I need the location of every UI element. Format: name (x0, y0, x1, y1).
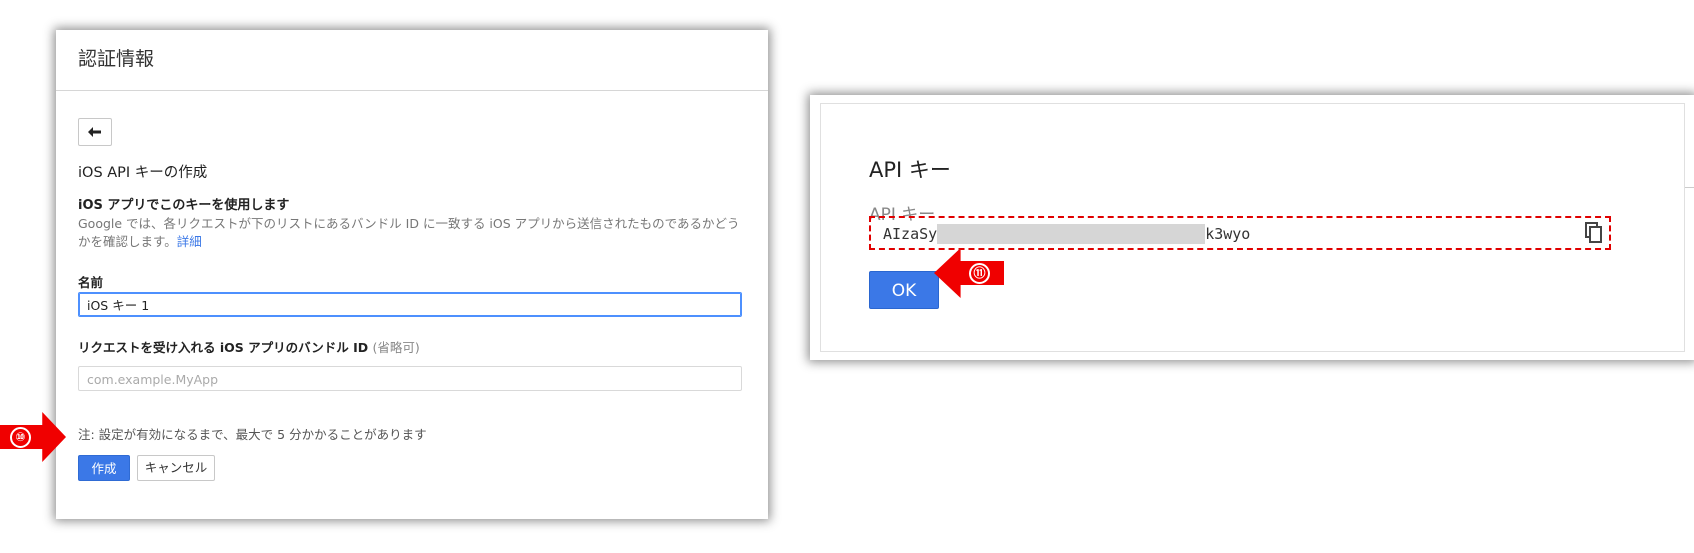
bundle-id-label-text: リクエストを受け入れる iOS アプリのバンドル ID (78, 340, 369, 355)
back-arrow-icon (88, 127, 101, 137)
redaction-mask (937, 224, 1206, 244)
copy-icon[interactable] (1585, 222, 1603, 244)
api-key-prefix: AIzaSy (883, 225, 938, 243)
bundle-id-label: リクエストを受け入れる iOS アプリのバンドル ID (省略可) (78, 337, 420, 356)
divider (1685, 187, 1694, 188)
step-11-badge: ⑪ (969, 262, 990, 284)
api-key-dialog-body: API キー API キー AIzaSy k3wyo OK (820, 103, 1685, 352)
create-button[interactable]: 作成 (78, 455, 130, 481)
api-key-field[interactable]: AIzaSy k3wyo (869, 216, 1611, 250)
api-key-suffix: k3wyo (1205, 225, 1251, 243)
details-link[interactable]: 詳細 (177, 234, 202, 249)
form-title: iOS API キーの作成 (78, 165, 208, 181)
page-title: 認証情報 (56, 30, 768, 91)
name-field[interactable]: iOS キー 1 (78, 292, 742, 317)
propagation-note: 注: 設定が有効になるまで、最大で 5 分かかることがあります (78, 427, 427, 442)
dialog-title: API キー (869, 158, 951, 182)
optional-label: (省略可) (372, 340, 420, 355)
step-10-badge: ⑩ (10, 426, 31, 448)
api-key-value: AIzaSy k3wyo (883, 224, 1250, 244)
bundle-id-field[interactable]: com.example.MyApp (78, 366, 742, 391)
create-api-key-panel: 認証情報 iOS API キーの作成 iOS アプリでこのキーを使用します Go… (56, 30, 768, 519)
back-button[interactable] (78, 118, 112, 146)
name-label: 名前 (78, 275, 104, 290)
api-key-dialog: API キー API キー AIzaSy k3wyo OK (810, 95, 1694, 360)
ok-button[interactable]: OK (869, 271, 939, 309)
form-subtitle: iOS アプリでこのキーを使用します (78, 198, 290, 213)
form-description: Google では、各リクエストが下のリストにあるバンドル ID に一致する i… (78, 215, 748, 251)
cancel-button[interactable]: キャンセル (137, 455, 215, 481)
